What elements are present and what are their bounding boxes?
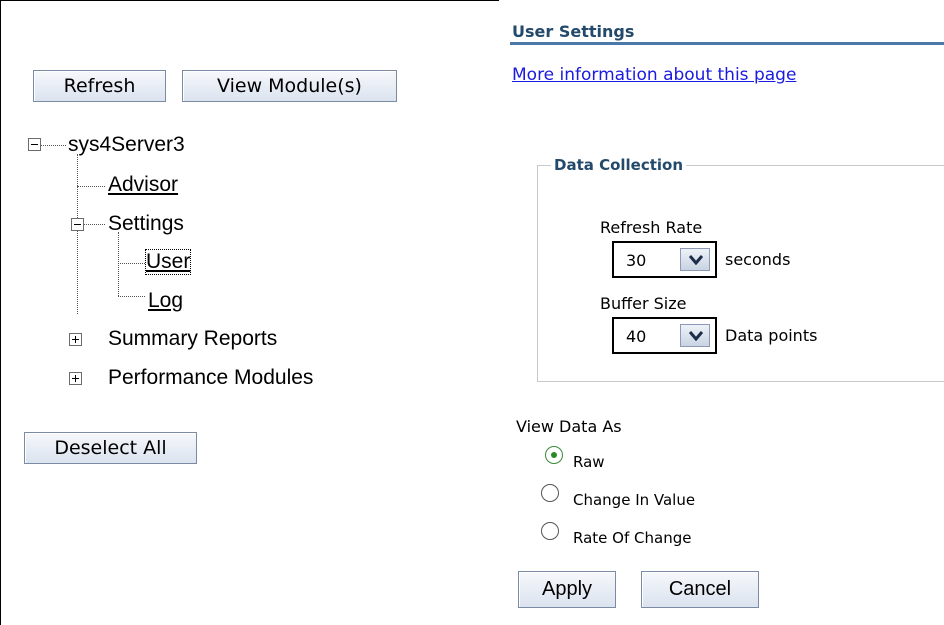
chevron-down-icon[interactable] — [680, 324, 710, 347]
data-collection-legend: Data Collection — [551, 156, 687, 174]
tree-connector — [77, 154, 78, 314]
buffer-size-unit: Data points — [725, 326, 818, 345]
title-divider — [510, 42, 944, 45]
tree-node-user[interactable]: User — [144, 249, 192, 275]
tree-node-log[interactable]: Log — [148, 289, 183, 313]
tree-node-performance-modules[interactable]: Performance Modules — [108, 366, 313, 390]
buffer-size-value: 40 — [626, 327, 647, 346]
radio-rate-of-change-label: Rate Of Change — [573, 529, 692, 547]
data-collection-group — [537, 165, 944, 382]
tree-node-advisor[interactable]: Advisor — [108, 173, 178, 197]
apply-button[interactable]: Apply — [518, 571, 616, 608]
radio-change-in-value-label: Change In Value — [573, 491, 696, 509]
refresh-rate-value: 30 — [626, 251, 647, 270]
refresh-rate-unit: seconds — [725, 250, 791, 269]
tree-connector — [118, 263, 145, 264]
cancel-button[interactable]: Cancel — [641, 571, 759, 608]
view-data-as-label: View Data As — [516, 417, 622, 436]
frame-border-left — [0, 0, 1, 625]
expand-icon[interactable] — [69, 333, 82, 346]
tree-node-settings[interactable]: Settings — [108, 212, 184, 236]
tree-connector — [84, 224, 105, 225]
refresh-button[interactable]: Refresh — [33, 70, 166, 102]
frame-border-top — [0, 0, 499, 1]
tree-connector — [77, 186, 105, 187]
expand-icon[interactable] — [69, 372, 82, 385]
page-title: User Settings — [512, 22, 635, 41]
more-info-link[interactable]: More information about this page — [512, 65, 796, 85]
chevron-down-icon[interactable] — [680, 248, 710, 271]
view-modules-button[interactable]: View Module(s) — [182, 70, 397, 102]
collapse-icon[interactable] — [71, 218, 84, 231]
tree-node-root[interactable]: sys4Server3 — [68, 133, 185, 157]
tree-connector — [118, 232, 119, 296]
radio-change-in-value[interactable] — [541, 484, 559, 502]
tree-node-summary-reports[interactable]: Summary Reports — [108, 327, 277, 351]
deselect-all-button[interactable]: Deselect All — [24, 432, 197, 464]
buffer-size-select[interactable]: 40 — [612, 317, 717, 354]
refresh-rate-label: Refresh Rate — [600, 218, 703, 237]
buffer-size-label: Buffer Size — [600, 294, 687, 313]
tree-connector — [118, 296, 145, 297]
collapse-icon[interactable] — [28, 138, 41, 151]
radio-raw[interactable] — [545, 446, 563, 464]
refresh-rate-select[interactable]: 30 — [612, 241, 717, 278]
radio-rate-of-change[interactable] — [541, 522, 559, 540]
radio-raw-label: Raw — [573, 453, 605, 471]
tree-connector — [41, 145, 66, 146]
